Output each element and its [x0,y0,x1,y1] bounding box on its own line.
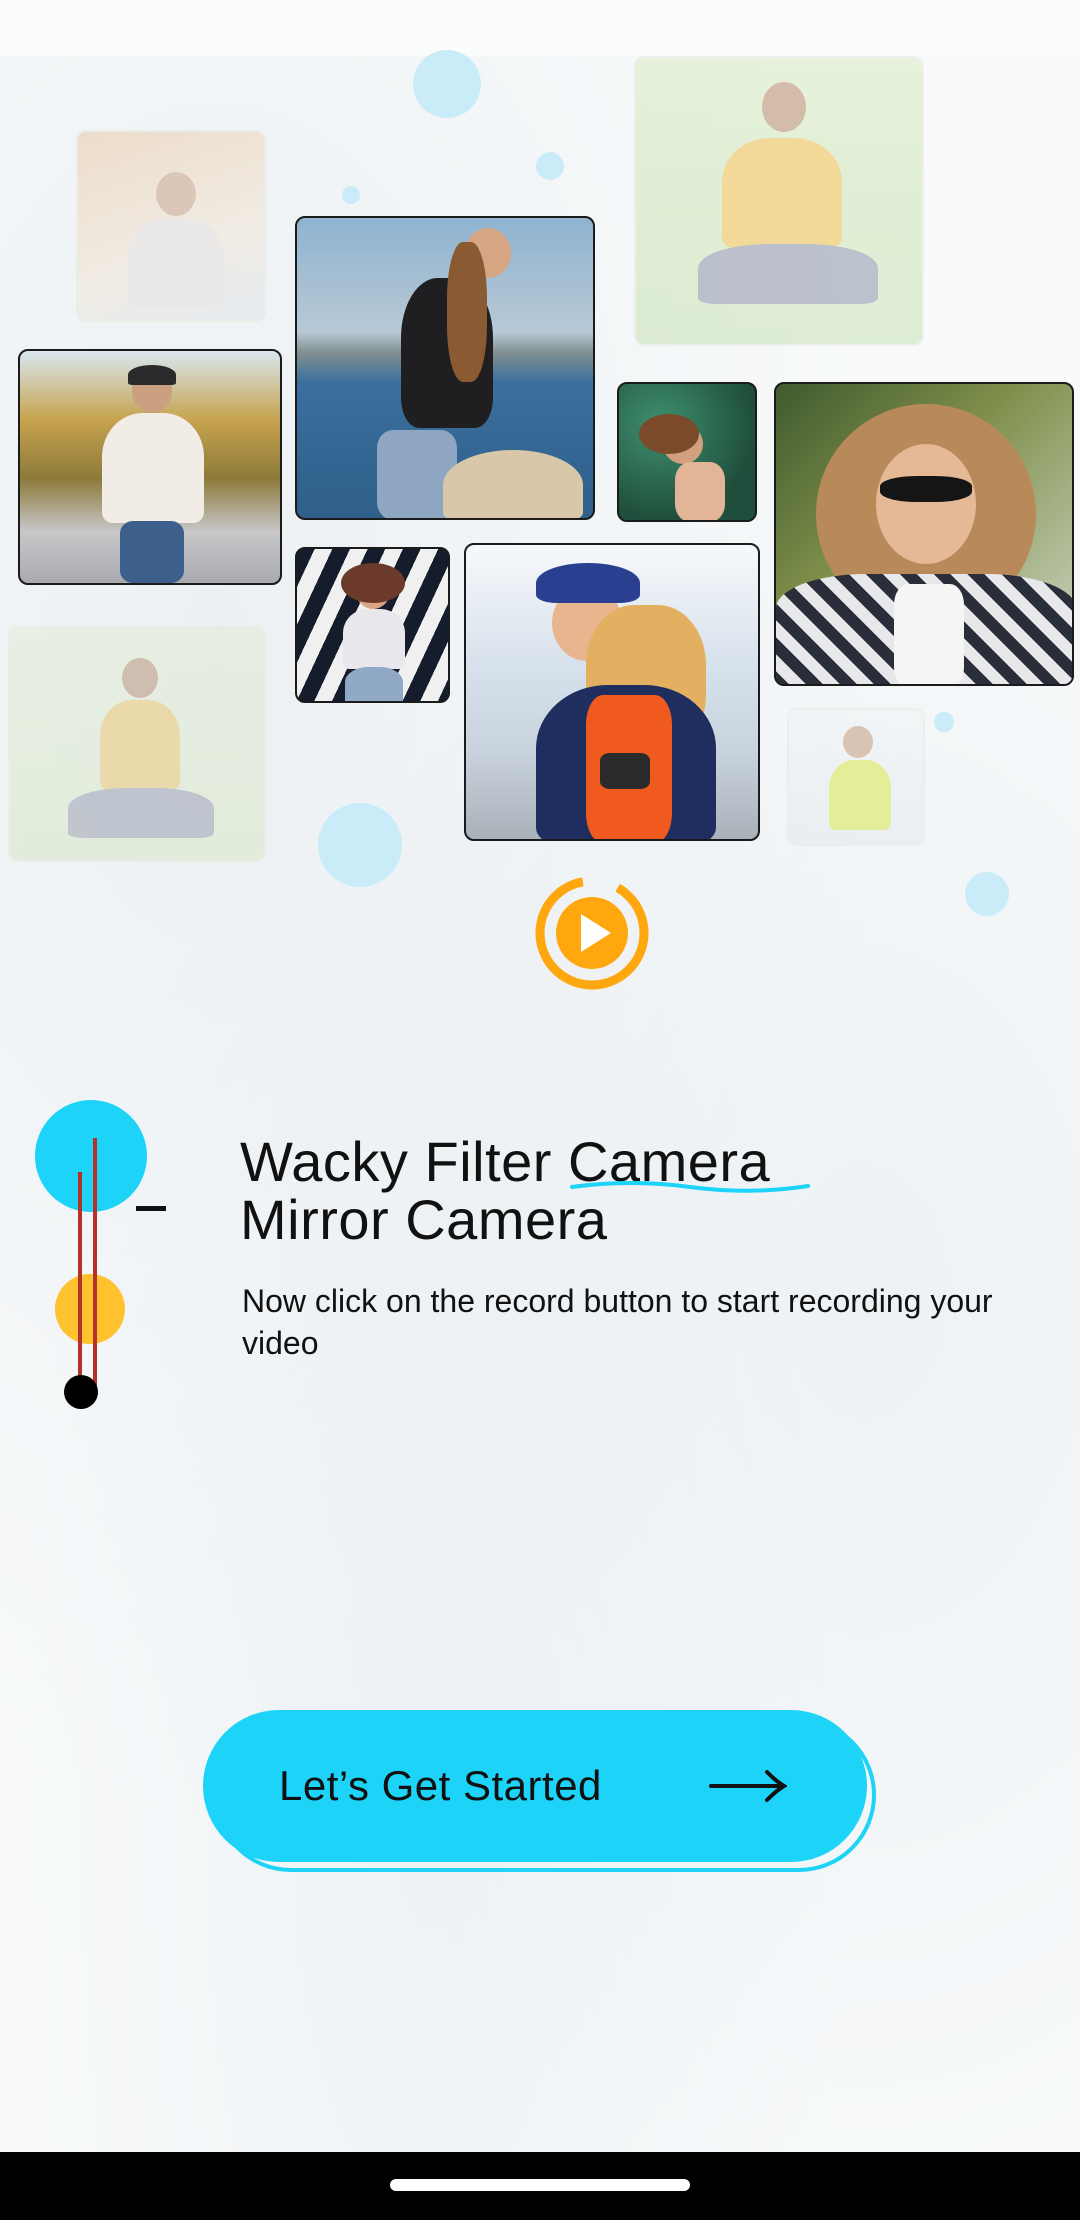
timeline-decoration [35,1100,147,1409]
title-block: Wacky Filter Camera Mirror Camera [240,1133,1040,1249]
collage-photo-faded [787,708,925,846]
collage-photo-faded [634,56,924,346]
decor-dot [965,872,1009,916]
collage-photo-green-leaves [617,382,757,522]
dash-decoration [136,1206,166,1211]
status-bar [0,0,1080,56]
collage-photo-sunglasses-hair [774,382,1074,686]
get-started-label: Let’s Get Started [279,1762,602,1809]
decor-dot [536,152,564,180]
decor-dot [413,50,481,118]
decor-dot [318,803,402,887]
collage-photo-zebra-wall [295,547,450,703]
app-title-line-2: Mirror Camera [240,1188,608,1251]
get-started-button[interactable]: Let’s Get Started [203,1710,867,1862]
collage-photo-autumn-park [18,349,282,585]
home-gesture-handle[interactable] [390,2179,690,2191]
decor-dot [342,186,360,204]
decor-dot [934,712,954,732]
collage-photo-leather-jacket [295,216,595,520]
play-circle-icon[interactable] [535,876,649,990]
collage-photo-faded [76,130,266,322]
arrow-right-icon [709,1770,787,1802]
title-underline-decoration [570,1181,810,1193]
collage-photo-orange-top [464,543,760,841]
onboarding-description: Now click on the record button to start … [242,1283,993,1361]
collage-photo-faded [8,626,266,862]
